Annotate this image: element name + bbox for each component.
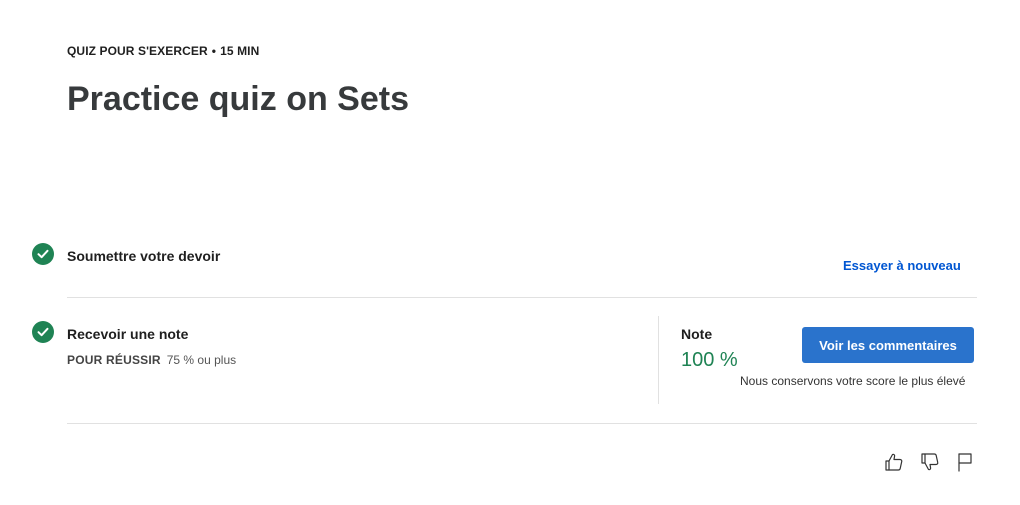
quiz-type-label: QUIZ POUR S'EXERCER: [67, 44, 208, 58]
page-title: Practice quiz on Sets: [67, 80, 409, 118]
retry-link[interactable]: Essayer à nouveau: [843, 258, 961, 273]
check-circle-icon: [32, 243, 54, 265]
check-circle-icon: [32, 321, 54, 343]
thumbs-up-icon[interactable]: [882, 450, 906, 474]
pass-label: POUR RÉUSSIR: [67, 353, 161, 367]
quiz-result-page: QUIZ POUR S'EXERCER • 15 MIN Practice quiz…: [0, 0, 1020, 505]
thumbs-down-icon[interactable]: [918, 450, 942, 474]
grade-step-title: Recevoir une note: [67, 326, 189, 342]
meta-separator: •: [211, 44, 217, 58]
grade-label: Note: [681, 326, 713, 342]
score-note: Nous conservons votre score le plus élev…: [740, 374, 966, 388]
view-feedback-button[interactable]: Voir les commentaires: [802, 327, 974, 363]
pass-requirement: POUR RÉUSSIR 75 % ou plus: [67, 353, 236, 367]
vertical-divider: [658, 316, 659, 404]
pass-value: 75 % ou plus: [166, 353, 237, 367]
flag-icon[interactable]: [953, 450, 977, 474]
divider: [67, 297, 977, 298]
quiz-meta: QUIZ POUR S'EXERCER • 15 MIN: [67, 44, 259, 58]
divider: [67, 423, 977, 424]
grade-value: 100 %: [681, 349, 738, 371]
submit-step-title: Soumettre votre devoir: [67, 248, 221, 264]
quiz-duration: 15 MIN: [220, 44, 260, 58]
